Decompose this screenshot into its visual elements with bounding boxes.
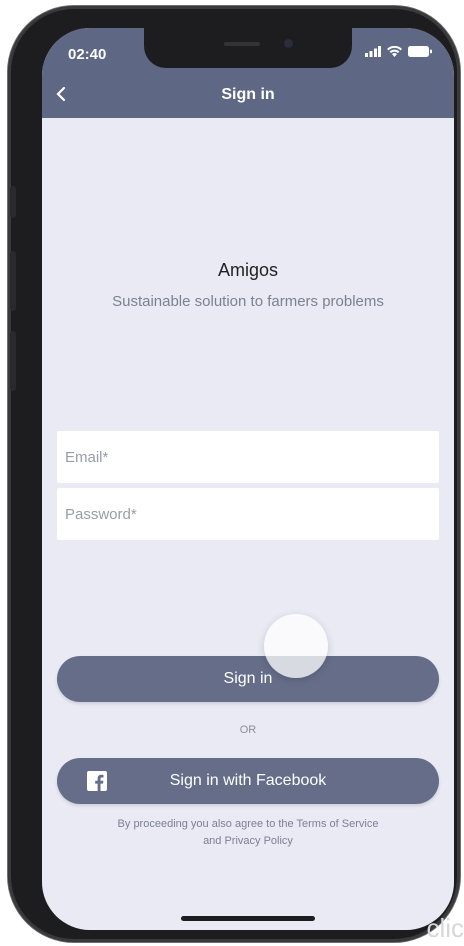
side-button [10, 331, 16, 391]
side-button [10, 186, 16, 218]
app-tagline: Sustainable solution to farmers problems [112, 293, 384, 310]
status-time: 02:40 [68, 46, 107, 63]
status-icons [365, 46, 432, 57]
touch-indicator [264, 614, 328, 678]
email-field[interactable] [57, 431, 439, 483]
or-divider: OR [239, 724, 257, 736]
facebook-icon [87, 771, 107, 791]
navigation-bar: 02:40 Sign in [42, 28, 454, 118]
side-button [10, 251, 16, 311]
signal-icon [365, 46, 381, 57]
page-title: Sign in [221, 86, 275, 103]
terms-line: By proceeding you also agree to the Term… [117, 818, 379, 830]
facebook-sign-in-label: Sign in with Facebook [169, 772, 327, 789]
notch [144, 28, 352, 68]
home-indicator[interactable] [181, 916, 315, 921]
watermark: clic [426, 913, 464, 943]
sign-in-label: Sign in [223, 670, 273, 687]
speaker [224, 42, 260, 46]
terms-line: and Privacy Policy [203, 835, 293, 847]
phone-frame: 02:40 Sign in Amigos Sustainable solutio… [8, 6, 460, 942]
battery-icon [408, 46, 432, 57]
app-name: Amigos [217, 260, 279, 280]
password-field[interactable] [57, 488, 439, 540]
sign-in-button[interactable]: Sign in [57, 656, 439, 702]
camera [284, 39, 293, 48]
wifi-icon [387, 46, 402, 57]
facebook-sign-in-button[interactable]: Sign in with Facebook [57, 758, 439, 804]
screen: 02:40 Sign in Amigos Sustainable solutio… [42, 28, 454, 930]
terms-text: By proceeding you also agree to the Term… [82, 816, 414, 850]
